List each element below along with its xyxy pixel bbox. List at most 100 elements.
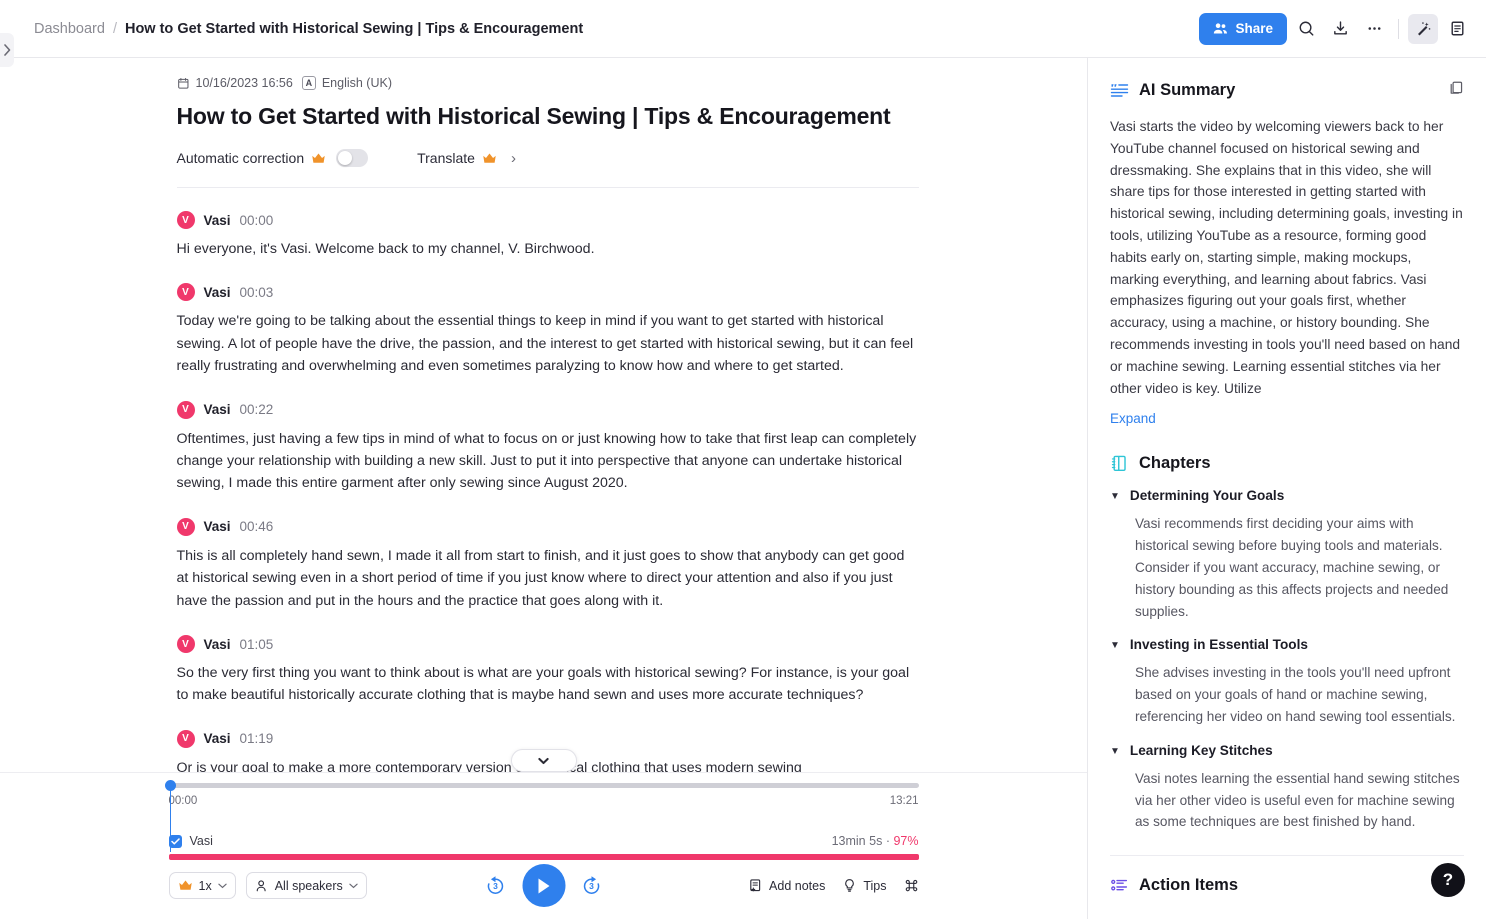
translate-chevron-icon[interactable]: › (511, 150, 516, 167)
chevron-down-icon[interactable]: ▼ (1110, 637, 1120, 655)
document-meta: 10/16/2023 16:56 A English (UK) (177, 76, 919, 90)
expand-summary-link[interactable]: Expand (1110, 411, 1156, 426)
magic-wand-icon (1417, 22, 1430, 36)
add-notes-button[interactable]: Add notes (748, 878, 825, 893)
share-button[interactable]: Share (1199, 12, 1287, 45)
transcript-content: 10/16/2023 16:56 A English (UK) How to G… (169, 76, 919, 772)
transcript-segment-header: V Vasi 00:00 (176, 211, 919, 229)
transcript-segment-header: V Vasi 00:46 (176, 517, 919, 536)
transcript-speaker-name[interactable]: Vasi (204, 285, 231, 300)
speaker-track-right: 13min 5s · 97% (832, 834, 919, 848)
calendar-icon (177, 77, 188, 89)
chevron-down-icon[interactable]: ▼ (1110, 488, 1120, 506)
time-row: 00:00 13:21 (169, 795, 919, 807)
transcript-timestamp[interactable]: 00:00 (240, 213, 274, 228)
transcript-timestamp[interactable]: 01:05 (240, 637, 274, 652)
skip-back-button[interactable]: 3 (483, 873, 508, 898)
player-controls: 1x All speakers 3 3 Add notes Tips (168, 860, 919, 907)
skip-forward-button[interactable]: 3 (579, 873, 604, 898)
chevron-down-icon[interactable]: ▼ (1110, 743, 1120, 761)
transcript-segment[interactable]: V Vasi 00:03 Today we're going to be talkin… (176, 283, 919, 377)
tips-button[interactable]: Tips (842, 878, 887, 893)
transcript-timestamp[interactable]: 00:22 (240, 402, 274, 417)
ai-summary-header: AI Summary (1110, 80, 1464, 101)
transcript-timestamp[interactable]: 00:03 (240, 285, 274, 300)
transcript-timestamp[interactable]: 00:46 (240, 519, 274, 534)
speaker-filter-selector[interactable]: All speakers (245, 872, 367, 899)
transcript-segment[interactable]: V Vasi 01:05 So the very first thing you wa… (176, 635, 919, 707)
breadcrumb-dashboard[interactable]: Dashboard (34, 21, 105, 37)
playback-speed-label: 1x (198, 878, 212, 893)
transcript-segment-header: V Vasi 00:22 (176, 400, 919, 419)
action-items-header: Action Items (1110, 876, 1464, 895)
chapter-header[interactable]: ▼ Investing in Essential Tools (1110, 637, 1464, 655)
page-title: How to Get Started with Historical Sewin… (176, 103, 891, 129)
transcript-timestamp[interactable]: 01:19 (240, 731, 274, 746)
action-items-title: Action Items (1139, 876, 1239, 895)
document-date-label: 10/16/2023 16:56 (195, 76, 293, 90)
automatic-correction-toggle[interactable] (336, 149, 369, 167)
breadcrumb: Dashboard / How to Get Started with Hist… (34, 21, 583, 37)
speaker-filter-label: All speakers (274, 878, 343, 893)
player-controls-right: Add notes Tips (748, 878, 918, 893)
top-bar: Dashboard / How to Get Started with Hist… (0, 0, 1486, 58)
action-items-icon (1111, 879, 1128, 891)
notes-panel-button[interactable] (1442, 14, 1472, 44)
transcript-text[interactable]: So the very first thing you want to thin… (177, 662, 919, 707)
translate-option[interactable]: Translate (417, 150, 497, 166)
transcript-text[interactable]: Today we're going to be talking about th… (177, 310, 919, 377)
breadcrumb-separator: / (112, 20, 117, 37)
play-icon (538, 878, 550, 893)
transcript-segment-header: V Vasi 00:03 (176, 283, 919, 302)
transcript-text[interactable]: Oftentimes, just having a few tips in mi… (177, 428, 919, 495)
download-button[interactable] (1325, 14, 1355, 44)
document-date: 10/16/2023 16:56 (177, 76, 293, 90)
copy-summary-button[interactable] (1448, 80, 1464, 101)
more-icon (1368, 27, 1380, 30)
command-icon (905, 879, 917, 892)
chapter-title: Investing in Essential Tools (1129, 637, 1308, 653)
transcript-segment[interactable]: V Vasi 00:00 Hi everyone, it's Vasi. Welcom… (176, 211, 919, 260)
transcript-speaker-name[interactable]: Vasi (204, 637, 231, 652)
scroll-down-button[interactable] (510, 749, 577, 772)
skip-back-label: 3 (493, 881, 498, 891)
playback-speed-selector[interactable]: 1x (168, 872, 236, 899)
more-options-button[interactable] (1359, 14, 1389, 44)
progress-track[interactable] (164, 780, 919, 791)
transcript-speaker-name[interactable]: Vasi (204, 731, 231, 746)
transcript-segment[interactable]: V Vasi 00:22 Oftentimes, just having a few … (176, 400, 919, 495)
chevron-down-icon (538, 757, 549, 764)
play-button[interactable] (522, 864, 565, 907)
transcript-segment-header: V Vasi 01:19 (176, 729, 919, 748)
help-button[interactable]: ? (1431, 863, 1465, 897)
transcript-segment[interactable]: V Vasi 00:46 This is all completely hand se… (176, 517, 919, 612)
notes-icon (1451, 21, 1463, 36)
transcript-scroll-area[interactable]: 10/16/2023 16:56 A English (UK) How to G… (0, 58, 1087, 772)
chapter-header[interactable]: ▼ Learning Key Stitches (1110, 743, 1464, 761)
sidebar-expand-tab[interactable] (0, 33, 14, 67)
keyboard-shortcuts-button[interactable] (904, 878, 919, 893)
transcript-speaker-name[interactable]: Vasi (204, 213, 231, 228)
ai-panel-toggle-button[interactable] (1408, 13, 1438, 44)
transcript-speaker-name[interactable]: Vasi (204, 519, 231, 534)
chapter-header[interactable]: ▼ Determining Your Goals (1110, 488, 1464, 506)
download-icon (1333, 21, 1347, 35)
ai-summary-text: Vasi starts the video by welcoming viewe… (1110, 119, 1463, 396)
person-icon (256, 879, 266, 891)
automatic-correction-option[interactable]: Automatic correction (177, 149, 369, 167)
lightbulb-icon (845, 879, 855, 892)
current-time-label: 00:00 (168, 795, 198, 807)
player-transport-controls: 3 3 (483, 864, 604, 907)
main-body: 10/16/2023 16:56 A English (UK) How to G… (0, 58, 1486, 919)
transcript-text[interactable]: Hi everyone, it's Vasi. Welcome back to … (177, 238, 919, 260)
total-time-label: 13:21 (889, 795, 919, 807)
timeline-area: 00:00 13:21 Vasi 13min 5s · 97% (164, 773, 919, 860)
search-button[interactable] (1291, 14, 1321, 44)
ai-panel-scroll[interactable]: AI Summary Vasi starts the video by welc… (1088, 58, 1486, 919)
player-controls-left: 1x All speakers (168, 872, 367, 899)
transcript-text[interactable]: This is all completely hand sewn, I made… (177, 545, 919, 612)
toolbar-divider (1398, 18, 1399, 39)
transcript-speaker-name[interactable]: Vasi (204, 402, 231, 417)
panel-divider (1110, 855, 1464, 857)
chapter-item: ▼ Investing in Essential Tools She advises… (1110, 637, 1464, 727)
